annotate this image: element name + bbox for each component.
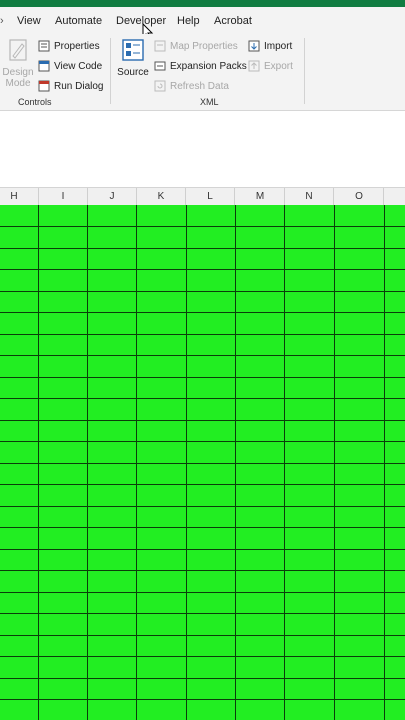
tab-overflow-chevron[interactable]: ›	[0, 15, 4, 27]
tab-acrobat[interactable]: Acrobat	[214, 15, 252, 27]
gridline-horizontal	[0, 291, 405, 292]
column-header-l[interactable]: L	[186, 188, 235, 205]
run-dialog-icon	[38, 80, 50, 92]
properties-label: Properties	[54, 40, 100, 52]
run-dialog-label: Run Dialog	[54, 80, 104, 92]
map-properties-icon	[154, 40, 166, 52]
title-bar-strip	[0, 0, 405, 7]
gridline-horizontal	[0, 312, 405, 313]
gridline-horizontal	[0, 226, 405, 227]
export-button[interactable]: Export	[248, 60, 293, 72]
source-button[interactable]: Source	[116, 38, 150, 82]
design-mode-label-1: Design	[2, 67, 34, 78]
tab-help[interactable]: Help	[177, 15, 200, 27]
gridline-horizontal	[0, 248, 405, 249]
export-label: Export	[264, 60, 293, 72]
group-divider	[304, 38, 305, 104]
column-header-i[interactable]: I	[39, 188, 88, 205]
view-code-label: View Code	[54, 60, 103, 72]
column-header-n[interactable]: N	[285, 188, 334, 205]
gridline-horizontal	[0, 549, 405, 550]
ribbon-developer: Design Mode Properties View Code Run Dia…	[0, 34, 405, 111]
cell-grid[interactable]	[0, 205, 405, 720]
gridline-horizontal	[0, 613, 405, 614]
import-button[interactable]: Import	[248, 40, 292, 52]
gridline-horizontal	[0, 592, 405, 593]
design-mode-label-2: Mode	[5, 78, 31, 89]
controls-group-label: Controls	[18, 97, 52, 107]
gridline-horizontal	[0, 570, 405, 571]
properties-icon	[38, 40, 50, 52]
source-label: Source	[117, 67, 149, 78]
ribbon-tabs: › View Automate Developer Help Acrobat	[0, 7, 405, 39]
expansion-packs-label: Expansion Packs	[170, 60, 247, 72]
export-icon	[248, 60, 260, 72]
gridline-horizontal	[0, 678, 405, 679]
tab-view[interactable]: View	[17, 15, 41, 27]
refresh-data-button[interactable]: Refresh Data	[154, 80, 229, 92]
gridline-horizontal	[0, 441, 405, 442]
refresh-data-label: Refresh Data	[170, 80, 229, 92]
expansion-packs-icon	[154, 61, 166, 71]
gridline-horizontal	[0, 420, 405, 421]
gridline-horizontal	[0, 377, 405, 378]
gridline-horizontal	[0, 635, 405, 636]
gridline-horizontal	[0, 527, 405, 528]
column-header-k[interactable]: K	[137, 188, 186, 205]
gridline-horizontal	[0, 699, 405, 700]
design-mode-icon	[9, 39, 27, 61]
gridline-horizontal	[0, 506, 405, 507]
gridline-horizontal	[0, 269, 405, 270]
group-divider	[110, 38, 111, 104]
gridline-horizontal	[0, 334, 405, 335]
design-mode-button[interactable]: Design Mode	[2, 38, 34, 92]
gridline-horizontal	[0, 398, 405, 399]
column-header-j[interactable]: J	[88, 188, 137, 205]
gridline-horizontal	[0, 355, 405, 356]
gridline-horizontal	[0, 484, 405, 485]
tab-automate[interactable]: Automate	[55, 15, 102, 27]
map-properties-label: Map Properties	[170, 40, 238, 52]
view-code-button[interactable]: View Code	[38, 60, 102, 72]
gridline-horizontal	[0, 656, 405, 657]
properties-button[interactable]: Properties	[38, 40, 100, 52]
import-icon	[248, 40, 260, 52]
gridline-horizontal	[0, 463, 405, 464]
column-header-h[interactable]: H	[0, 188, 39, 205]
column-header-m[interactable]: M	[236, 188, 285, 205]
refresh-data-icon	[154, 80, 166, 92]
view-code-icon	[38, 60, 50, 72]
column-header-o[interactable]: O	[335, 188, 384, 205]
run-dialog-button[interactable]: Run Dialog	[38, 80, 103, 92]
source-icon	[122, 39, 144, 61]
column-headers: H I J K L M N O	[0, 187, 405, 206]
xml-group-label: XML	[200, 97, 219, 107]
import-label: Import	[264, 40, 293, 52]
formula-bar-area	[0, 111, 405, 187]
map-properties-button[interactable]: Map Properties	[154, 40, 238, 52]
expansion-packs-button[interactable]: Expansion Packs	[154, 60, 247, 72]
tab-developer[interactable]: Developer	[116, 15, 166, 27]
